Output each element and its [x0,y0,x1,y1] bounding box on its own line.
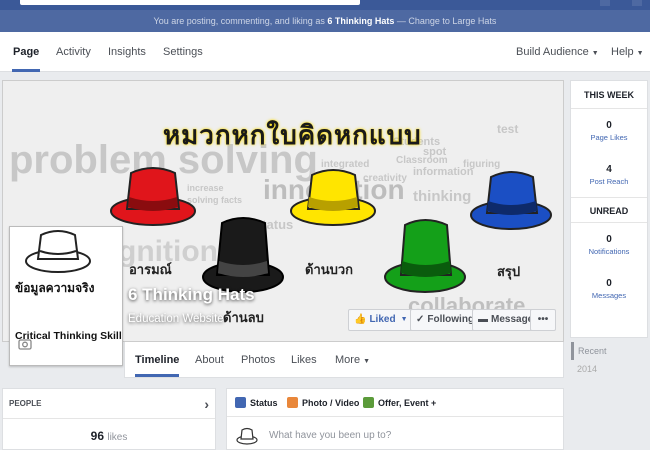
more-label: More [335,354,361,366]
profile-thai-caption: ข้อมูลความจริง [15,281,95,295]
blue-hat-label: สรุป [497,265,521,280]
profile-picture[interactable]: ข้อมูลความจริง Critical Thinking Skill [9,226,123,366]
camera-icon [287,397,298,408]
notifications-label: Notifications [588,247,630,256]
post-composer: Status Photo / Video Offer, Event + What… [226,388,564,450]
offer-event-label: Offer, Event + [378,397,437,408]
caret-down-icon: ▼ [400,316,408,323]
posting-as-page[interactable]: 6 Thinking Hats [327,16,394,26]
this-week-panel: THIS WEEK 0 Page Likes 4 Post Reach UNRE… [570,80,648,338]
build-audience-label: Build Audience [516,46,589,58]
offer-icon [363,397,374,408]
more-options-button[interactable]: ••• [530,309,556,331]
page-category[interactable]: Education Website [128,313,224,325]
tab-photos[interactable]: Photos [241,342,275,377]
chevron-right-icon[interactable]: › [204,389,209,419]
people-title: PEOPLE [9,399,42,408]
post-reach-stat[interactable]: 4 Post Reach [571,153,647,197]
timeline-tabs: Timeline About Photos Likes More ▼ [124,342,564,378]
friend-requests-icon[interactable] [600,0,610,6]
following-button[interactable]: ✓ Following [410,309,481,331]
message-icon: ▬ [478,314,488,325]
likes-count: 96 [90,429,104,443]
blue-hat-icon [470,171,552,230]
page-admin-nav: Page Activity Insights Settings Build Au… [0,32,650,72]
page-name[interactable]: 6 Thinking Hats [128,285,255,305]
tab-about[interactable]: About [195,342,224,377]
page-avatar [236,427,258,445]
change-identity-link[interactable]: — Change to Large Hats [397,16,497,26]
photo-video-label: Photo / Video [302,397,360,408]
this-week-header: THIS WEEK [571,81,647,109]
pencil-icon [235,397,246,408]
account-menu-icon[interactable] [632,0,642,6]
build-audience-menu[interactable]: Build Audience ▼ [516,32,599,72]
people-box: PEOPLE › 96 likes [2,388,216,450]
tab-timeline[interactable]: Timeline [135,342,180,377]
unread-header: UNREAD [571,197,647,223]
page-likes-label: Page Likes [590,133,628,142]
yellow-hat-label: ด้านบวก [305,263,354,278]
tab-insights[interactable]: Insights [108,32,146,72]
messages-label: Messages [591,291,627,300]
composer-tabs: Status Photo / Video Offer, Event + [227,389,563,417]
posting-as-text: You are posting, commenting, and liking … [153,16,325,26]
message-label: Message [491,314,534,325]
timeline-year-link[interactable]: 2014 [577,364,597,374]
photo-video-tab[interactable]: Photo / Video [287,397,359,408]
page-likes-count: 0 [606,120,612,131]
caret-down-icon: ▼ [363,358,371,365]
notifications-stat[interactable]: 0 Notifications [571,223,647,267]
following-label: Following [427,314,475,325]
people-header[interactable]: PEOPLE › [3,389,215,419]
search-input[interactable] [20,0,360,5]
red-hat-label: อารมณ์ [129,263,172,278]
offer-event-tab[interactable]: Offer, Event + [363,397,436,408]
tab-page[interactable]: Page [12,32,41,72]
caret-down-icon: ▼ [636,50,644,57]
status-label: Status [250,397,278,408]
likes-summary[interactable]: 96 likes [3,429,215,443]
post-reach-label: Post Reach [589,177,629,186]
green-hat-icon [384,219,466,293]
likes-label: likes [107,432,128,443]
messages-stat[interactable]: 0 Messages [571,267,647,311]
tab-settings[interactable]: Settings [163,32,203,72]
page-likes-stat[interactable]: 0 Page Likes [571,109,647,153]
liked-button[interactable]: 👍 Liked ▼ [348,309,414,331]
messages-count: 0 [606,278,612,289]
red-hat-icon [110,167,196,226]
thumbs-up-icon: 👍 [354,314,367,325]
timeline-recent-link[interactable]: Recent [571,342,611,360]
tab-likes[interactable]: Likes [291,342,317,377]
black-hat-icon [202,217,284,293]
black-hat-label: ด้านลบ [223,311,264,326]
checkmark-icon: ✓ [416,314,425,325]
yellow-hat-icon [290,169,376,226]
white-hat-icon [25,230,91,273]
camera-icon[interactable] [18,337,32,351]
status-tab[interactable]: Status [235,397,278,408]
composer-input[interactable]: What have you been up to? [269,430,391,441]
liked-label: Liked [369,314,396,325]
posting-as-bar: You are posting, commenting, and liking … [0,10,650,32]
help-menu[interactable]: Help ▼ [611,32,644,72]
tab-more[interactable]: More ▼ [335,342,370,377]
help-label: Help [611,46,634,58]
top-navbar [0,0,650,10]
notifications-count: 0 [606,234,612,245]
tab-activity[interactable]: Activity [56,32,91,72]
post-reach-count: 4 [606,164,612,175]
ellipsis-icon: ••• [537,314,549,325]
caret-down-icon: ▼ [591,50,599,57]
